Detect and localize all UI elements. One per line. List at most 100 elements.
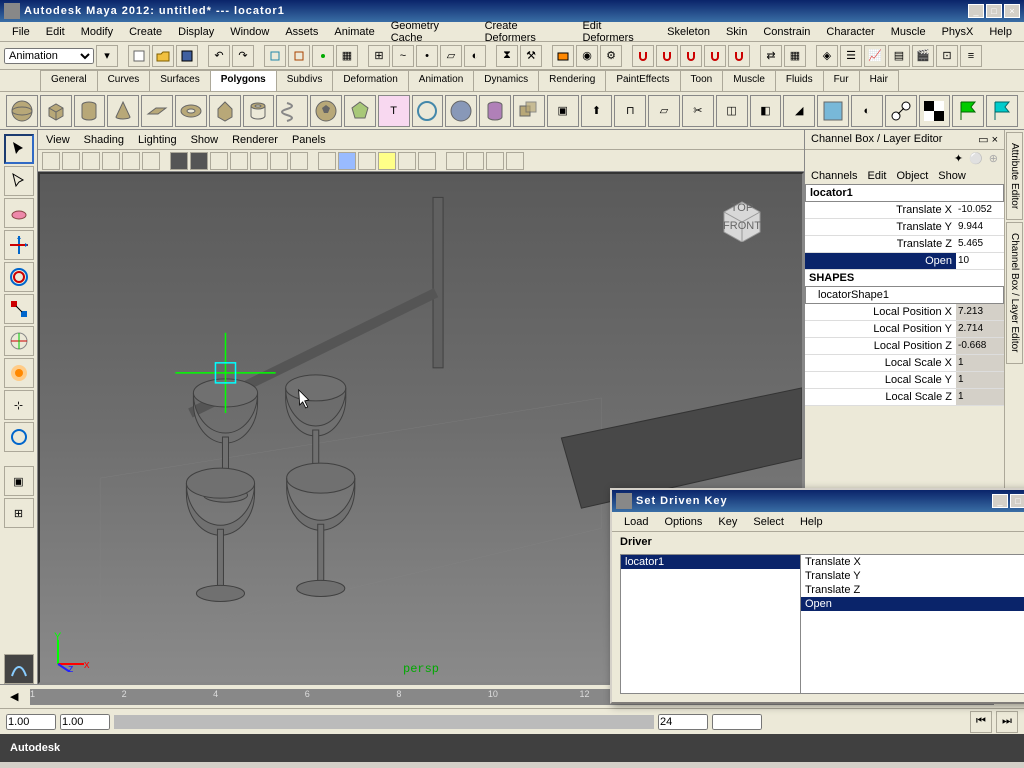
shelf-tab-polygons[interactable]: Polygons: [210, 70, 277, 91]
shelf-tab-fur[interactable]: Fur: [823, 70, 860, 91]
sdk-menu-help[interactable]: Help: [792, 514, 831, 530]
vp-hq-icon[interactable]: [418, 152, 436, 170]
poly-cube-icon[interactable]: [40, 95, 72, 127]
view-menu-renderer[interactable]: Renderer: [232, 134, 278, 146]
outliner-icon[interactable]: ☰: [840, 45, 862, 67]
menu-constrain[interactable]: Constrain: [755, 24, 818, 40]
play-start-icon[interactable]: ⏮: [970, 711, 992, 733]
hyperbolic-icon[interactable]: ⊕: [989, 152, 998, 166]
channel-row[interactable]: Open10: [805, 253, 1004, 270]
close-panel-icon[interactable]: ×: [992, 134, 998, 146]
vp-xray-joint-icon[interactable]: [486, 152, 504, 170]
sdk-attr-item[interactable]: Translate Z: [801, 583, 1024, 597]
menu-assets[interactable]: Assets: [277, 24, 326, 40]
menu-geometry-cache[interactable]: Geometry Cache: [383, 18, 477, 46]
menu-edit[interactable]: Edit: [38, 24, 73, 40]
menu-skeleton[interactable]: Skeleton: [659, 24, 718, 40]
poly-sphere2-icon[interactable]: [445, 95, 477, 127]
scale-tool[interactable]: [4, 294, 34, 324]
vp-field-chart-icon[interactable]: [250, 152, 268, 170]
shelf-tab-fluids[interactable]: Fluids: [775, 70, 824, 91]
range-start-field[interactable]: [6, 714, 56, 730]
universal-tool[interactable]: [4, 326, 34, 356]
shelf-tab-deformation[interactable]: Deformation: [332, 70, 408, 91]
combine-icon[interactable]: [513, 95, 545, 127]
sdk-attr-item[interactable]: Translate X: [801, 555, 1024, 569]
view-menu-panels[interactable]: Panels: [292, 134, 326, 146]
set-driven-key-window[interactable]: Set Driven Key _ □ × LoadOptionsKeySelec…: [610, 488, 1024, 704]
shelf-tab-general[interactable]: General: [40, 70, 98, 91]
snap-point-icon[interactable]: •: [416, 45, 438, 67]
poly-soccer-icon[interactable]: [310, 95, 342, 127]
vp-2d-pan-icon[interactable]: [122, 152, 140, 170]
graph-icon[interactable]: 📈: [864, 45, 886, 67]
vp-grid-icon[interactable]: [170, 152, 188, 170]
view-menu-view[interactable]: View: [46, 134, 70, 146]
channel-row[interactable]: Local Position Y2.714: [805, 321, 1004, 338]
sdk-minimize-button[interactable]: _: [992, 494, 1008, 508]
move-tool[interactable]: [4, 230, 34, 260]
vp-expose-icon[interactable]: [506, 152, 524, 170]
vp-xray-icon[interactable]: [466, 152, 484, 170]
shelf-tab-curves[interactable]: Curves: [97, 70, 151, 91]
render-icon[interactable]: [552, 45, 574, 67]
ipr-icon[interactable]: ◉: [576, 45, 598, 67]
mask-icon[interactable]: ▦: [336, 45, 358, 67]
sdk-attr-list[interactable]: Translate XTranslate YTranslate ZOpen: [801, 555, 1024, 693]
sdk-menu-key[interactable]: Key: [710, 514, 745, 530]
shelf-tab-muscle[interactable]: Muscle: [722, 70, 776, 91]
range-max-field[interactable]: [658, 714, 708, 730]
poly-torus-icon[interactable]: [175, 95, 207, 127]
range-end-field[interactable]: [712, 714, 762, 730]
rotate-tool[interactable]: [4, 262, 34, 292]
poly-platonic-icon[interactable]: [344, 95, 376, 127]
shelf-tab-hair[interactable]: Hair: [859, 70, 899, 91]
clip-icon[interactable]: 🎬: [912, 45, 934, 67]
save-icon[interactable]: [176, 45, 198, 67]
paint-select-tool[interactable]: [4, 198, 34, 228]
poly-cone-icon[interactable]: [107, 95, 139, 127]
cb-menu-show[interactable]: Show: [938, 170, 966, 182]
view-menu-shading[interactable]: Shading: [84, 134, 124, 146]
redo-icon[interactable]: ↷: [232, 45, 254, 67]
shelf-tab-animation[interactable]: Animation: [408, 70, 474, 91]
sdk-driver-item[interactable]: locator1: [621, 555, 800, 569]
lasso-tool[interactable]: [4, 166, 34, 196]
open-icon[interactable]: [152, 45, 174, 67]
range-bar[interactable]: [114, 715, 654, 729]
magnet5-icon[interactable]: [728, 45, 750, 67]
menu-create-deformers[interactable]: Create Deformers: [477, 18, 575, 46]
menu-window[interactable]: Window: [222, 24, 277, 40]
menu-edit-deformers[interactable]: Edit Deformers: [574, 18, 659, 46]
sdk-menu-options[interactable]: Options: [656, 514, 710, 530]
channel-row[interactable]: Local Scale Y1: [805, 372, 1004, 389]
select-hier-icon[interactable]: [264, 45, 286, 67]
inout-icon[interactable]: ⇄: [760, 45, 782, 67]
snap-live-icon[interactable]: ◐: [464, 45, 486, 67]
channel-row[interactable]: Local Position Z-0.668: [805, 338, 1004, 355]
snap-curve-icon[interactable]: ~: [392, 45, 414, 67]
checker-icon[interactable]: [919, 95, 951, 127]
sdk-menu-load[interactable]: Load: [616, 514, 656, 530]
cb-menu-object[interactable]: Object: [896, 170, 928, 182]
cb-menu-channels[interactable]: Channels: [811, 170, 857, 182]
select-obj-icon[interactable]: [288, 45, 310, 67]
extrude-icon[interactable]: ⬆: [581, 95, 613, 127]
layout-icon[interactable]: ▦: [784, 45, 806, 67]
magnet3-icon[interactable]: [680, 45, 702, 67]
dropdown-icon[interactable]: ▾: [96, 45, 118, 67]
smooth-icon[interactable]: [817, 95, 849, 127]
mirror-icon[interactable]: ◐: [851, 95, 883, 127]
insert-loop-icon[interactable]: ◫: [716, 95, 748, 127]
vp-light-icon[interactable]: [378, 152, 396, 170]
sdk-menu-select[interactable]: Select: [745, 514, 792, 530]
vp-lock-cam-icon[interactable]: [62, 152, 80, 170]
joint-icon[interactable]: [885, 95, 917, 127]
vp-grease-icon[interactable]: [142, 152, 160, 170]
single-view-icon[interactable]: ▣: [4, 466, 34, 496]
select-tool[interactable]: [4, 134, 34, 164]
poly-prism-icon[interactable]: [209, 95, 241, 127]
vp-image-plane-icon[interactable]: [102, 152, 120, 170]
vp-wireframe-icon[interactable]: [318, 152, 336, 170]
vp-gate-mask-icon[interactable]: [230, 152, 248, 170]
